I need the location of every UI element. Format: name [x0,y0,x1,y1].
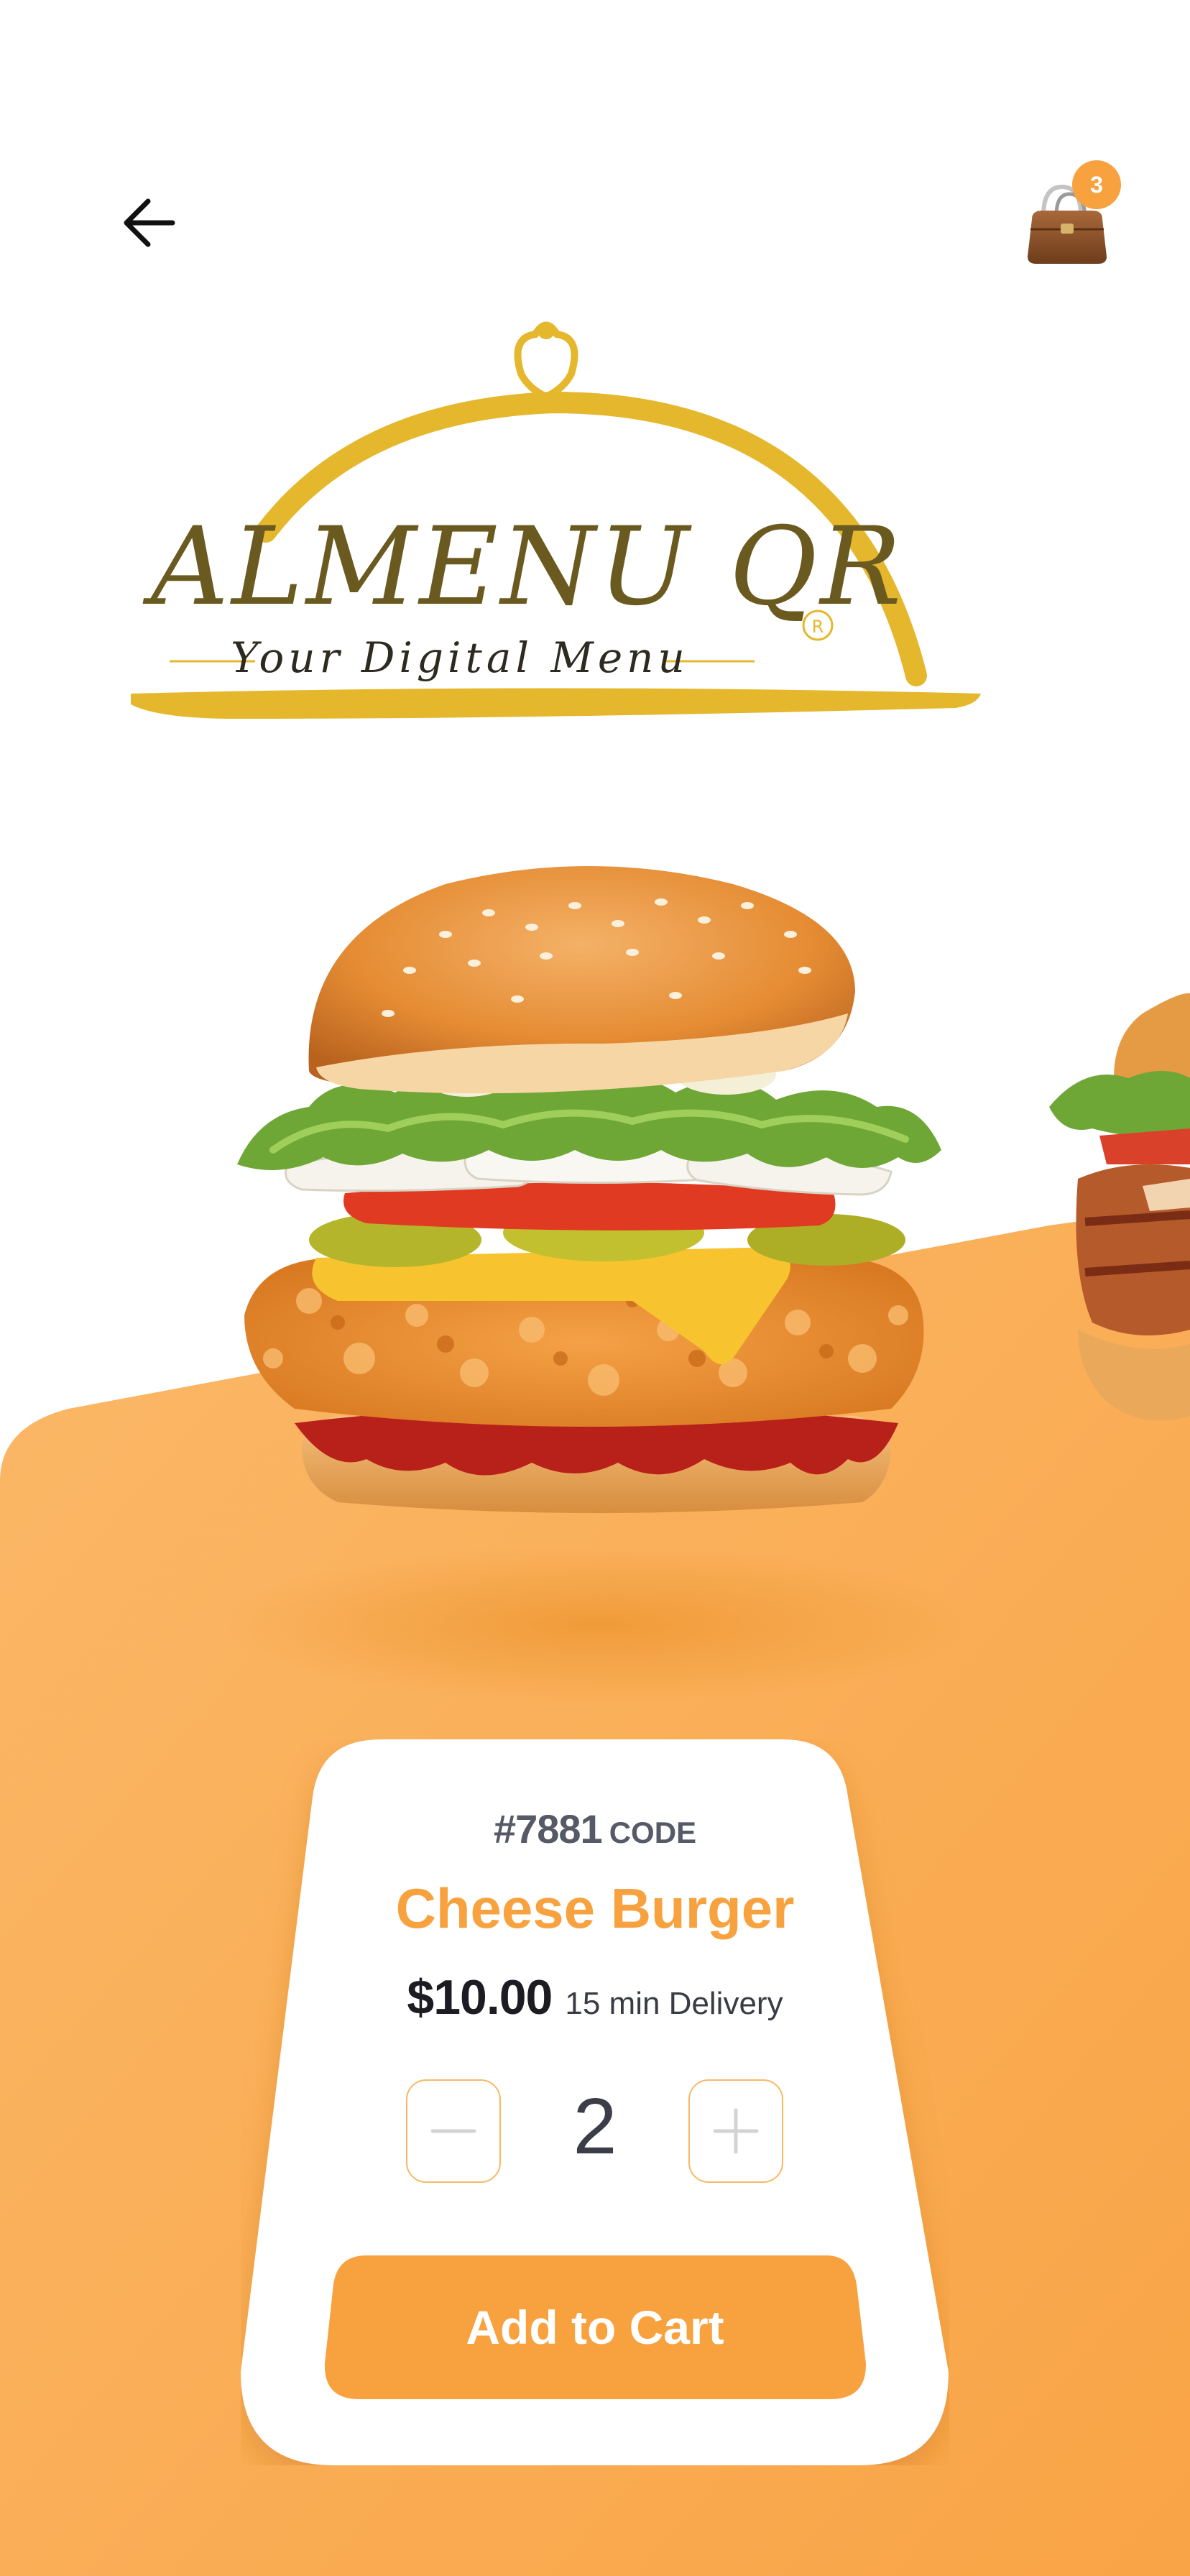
plus-icon [713,2108,759,2154]
add-to-cart-label: Add to Cart [466,2301,724,2354]
product-name: Cheese Burger [395,1877,795,1940]
registered-mark: R [812,617,824,637]
cart-button[interactable]: 3 [1006,155,1128,277]
decrease-quantity-button[interactable] [406,2079,501,2183]
add-to-cart-button[interactable]: Add to Cart [323,2255,867,2399]
logo-brand-text: ALMENU QR [142,505,904,630]
increase-quantity-button[interactable] [688,2079,783,2183]
price-row: $10.00 15 min Delivery [241,1969,949,2025]
product-code: #7881 CODE [241,1806,949,1852]
delivery-time: 15 min Delivery [565,1986,783,2021]
minus-icon [430,2129,476,2133]
product-card: #7881 CODE Cheese Burger $10.00 15 min Del… [241,1739,949,2465]
product-price: $10.00 [407,1970,553,2025]
quantity-value: 2 [573,2082,617,2171]
arrow-left-icon [124,198,175,247]
back-button[interactable] [108,180,194,266]
cart-count-badge: 3 [1072,160,1121,209]
chef-hat-icon [514,321,578,401]
product-code-label: CODE [609,1816,697,1849]
logo-tagline: Your Digital Menu [231,633,689,682]
brand-logo: ALMENU QR R Your Digital Menu [122,316,992,733]
burger-image [230,855,963,1617]
product-code-number: #7881 [493,1806,603,1852]
next-burger-image [1035,985,1190,1452]
